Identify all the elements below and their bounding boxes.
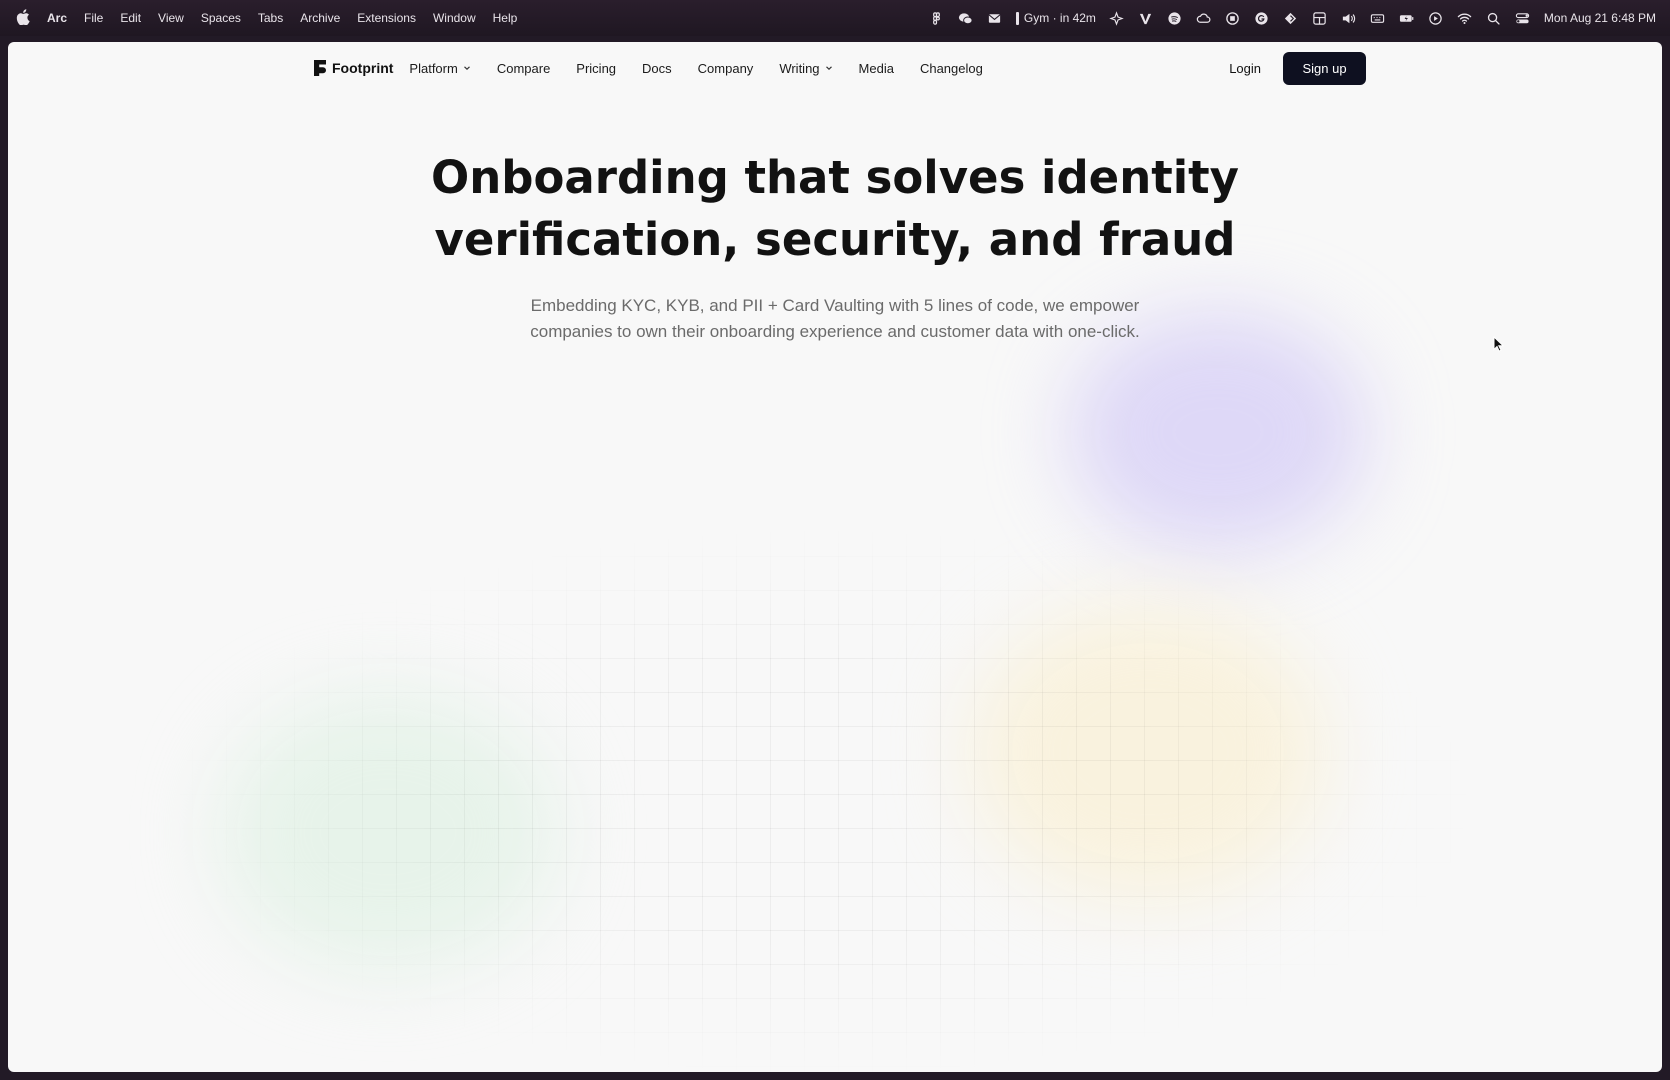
wifi-icon[interactable] [1457,10,1473,26]
background-grid [158,522,1488,1072]
grid-icon[interactable] [1312,10,1328,26]
menu-app-name[interactable]: Arc [47,11,67,25]
menu-view[interactable]: View [158,11,184,25]
nav-link-company[interactable]: Company [698,61,754,76]
menu-window[interactable]: Window [433,11,476,25]
nav-link-label: Company [697,60,754,76]
record-icon[interactable] [1225,10,1241,26]
nav-link-label: Compare [496,60,551,76]
nav-link-platform[interactable]: Platform [409,61,470,76]
menu-edit[interactable]: Edit [120,11,141,25]
logo-text: Footprint [332,60,394,76]
menu-help[interactable]: Help [493,11,518,25]
login-link[interactable]: Login [1229,61,1261,76]
keyboard-icon[interactable] [1370,10,1386,26]
chevron-down-icon [463,66,470,71]
menu-spaces[interactable]: Spaces [201,11,241,25]
figma-icon[interactable] [929,10,945,26]
control-center-icon[interactable] [1515,10,1531,26]
apple-menu-icon[interactable] [16,8,30,28]
hero-subtitle-line-2: companies to own their onboarding experi… [530,322,1140,341]
nav-link-label: Writing [779,60,820,76]
nav-link-label: Media [858,60,894,76]
hero-title-line-2: verification, security, and fraud [434,213,1236,266]
search-icon[interactable] [1486,10,1502,26]
sparkle-icon[interactable] [1109,10,1125,26]
nav-links: Platform Compare Pricing Docs Company Wr… [409,61,982,76]
menu-extensions[interactable]: Extensions [357,11,416,25]
background-glow-purple [1068,312,1368,552]
site-nav: Footprint Platform Compare Pricing Docs … [314,51,1366,85]
hero-subtitle-line-1: Embedding KYC, KYB, and PII + Card Vault… [530,296,1140,315]
signup-button[interactable]: Sign up [1283,51,1366,85]
nav-link-label: Platform [409,60,458,76]
menu-tabs[interactable]: Tabs [258,11,283,25]
nav-actions: Login Sign up [1229,51,1366,85]
cloud-icon[interactable] [1196,10,1212,26]
footprint-logo[interactable]: Footprint [314,60,393,76]
kite-icon[interactable] [1283,10,1299,26]
nav-link-compare[interactable]: Compare [497,61,550,76]
battery-icon [1399,10,1415,26]
menubar-clock[interactable]: Mon Aug 21 6:48 PM [1544,11,1656,25]
nav-link-media[interactable]: Media [859,61,894,76]
calendar-icon [1015,11,1019,25]
chevron-down-icon [825,66,832,71]
footprint-logo-icon [314,60,326,76]
hero-section: Onboarding that solves identity verifica… [8,147,1662,345]
calendar-status[interactable]: Gym · in 42m [1015,11,1096,25]
nav-link-pricing[interactable]: Pricing [576,61,616,76]
nav-link-changelog[interactable]: Changelog [920,61,983,76]
play-icon[interactable] [1428,10,1444,26]
spotify-icon[interactable] [1167,10,1183,26]
wechat-icon[interactable] [958,10,974,26]
mail-icon[interactable] [987,10,1003,26]
nav-link-writing[interactable]: Writing [779,61,832,76]
browser-window: Footprint Platform Compare Pricing Docs … [8,42,1662,1072]
vectorworks-icon[interactable] [1138,10,1154,26]
menu-file[interactable]: File [84,11,103,25]
mouse-cursor-icon [1493,336,1505,352]
hero-title: Onboarding that solves identity verifica… [385,147,1285,271]
hero-subtitle: Embedding KYC, KYB, and PII + Card Vault… [485,293,1185,345]
volume-icon[interactable] [1341,10,1357,26]
nav-link-label: Changelog [919,60,983,76]
menu-archive[interactable]: Archive [300,11,340,25]
nav-link-label: Docs [642,60,672,76]
nav-link-label: Pricing [576,60,617,76]
nav-link-docs[interactable]: Docs [642,61,672,76]
calendar-event-text: Gym · in 42m [1023,11,1096,25]
hero-title-line-1: Onboarding that solves identity [430,151,1240,204]
menu-bar: Arc File Edit View Spaces Tabs Archive E… [0,0,1670,36]
grammarly-icon[interactable] [1254,10,1270,26]
